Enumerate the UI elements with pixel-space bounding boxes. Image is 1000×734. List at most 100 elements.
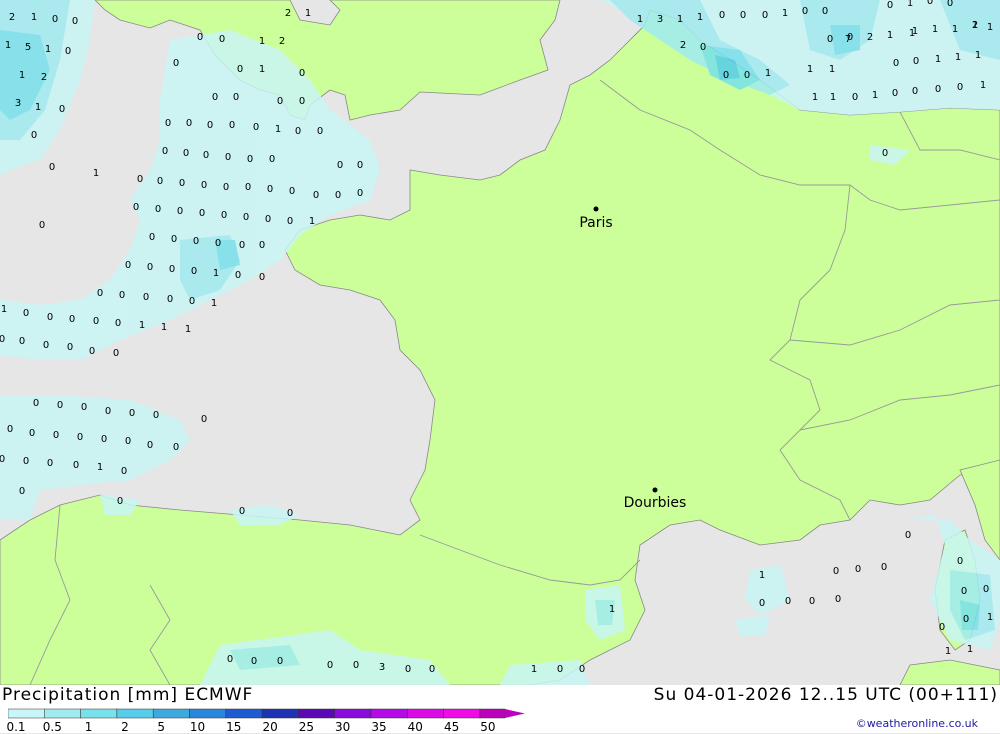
precip-value-label: 1	[987, 612, 993, 623]
legend-swatch	[80, 708, 118, 719]
precip-value-label: 2	[285, 8, 291, 19]
precip-value-label: 0	[239, 240, 245, 251]
precip-value-label: 1	[872, 90, 878, 101]
precip-value-label: 0	[119, 290, 125, 301]
precip-value-label: 1	[213, 268, 219, 279]
precip-value-label: 0	[927, 0, 933, 7]
precip-value-label: 0	[162, 146, 168, 157]
precip-value-label: 0	[197, 32, 203, 43]
precip-legend-scale	[8, 708, 525, 719]
precip-value-label: 0	[317, 126, 323, 137]
precip-value-label: 7	[845, 34, 851, 45]
precip-value-label: 0	[893, 58, 899, 69]
legend-tick-label: 10	[189, 720, 206, 734]
precip-value-label: 0	[253, 122, 259, 133]
precip-value-label: 0	[579, 664, 585, 675]
precip-value-label: 3	[657, 14, 663, 25]
precip-value-label: 1	[812, 92, 818, 103]
precip-value-label: 3	[15, 98, 21, 109]
legend-swatch	[261, 708, 299, 719]
precip-value-label: 0	[47, 312, 53, 323]
precip-value-label: 1	[945, 646, 951, 657]
precip-value-label: 0	[335, 190, 341, 201]
precip-value-label: 0	[227, 654, 233, 665]
legend-tick-label: 50	[480, 720, 496, 734]
precip-value-label: 1	[609, 604, 615, 615]
map-title: Precipitation [mm] ECMWF	[2, 685, 254, 705]
precip-value-label: 0	[327, 660, 333, 671]
precip-value-label: 1	[807, 64, 813, 75]
precip-value-label: 0	[744, 70, 750, 81]
precip-value-label: 0	[855, 564, 861, 575]
precip-value-label: 0	[700, 42, 706, 53]
precip-value-label: 0	[740, 10, 746, 21]
precip-value-label: 1	[677, 14, 683, 25]
precip-value-label: 1	[161, 322, 167, 333]
precip-value-label: 0	[77, 432, 83, 443]
precip-value-label: 0	[723, 70, 729, 81]
precip-value-label: 0	[167, 294, 173, 305]
legend-tick-label: 25	[298, 720, 315, 734]
precip-value-label: 0	[89, 346, 95, 357]
precip-value-label: 0	[72, 16, 78, 27]
legend-swatch	[8, 708, 45, 719]
precip-value-label: 0	[313, 190, 319, 201]
precip-value-label: 0	[97, 288, 103, 299]
precip-value-label: 0	[289, 186, 295, 197]
precip-value-label: 1	[97, 462, 103, 473]
precip-value-label: 1	[987, 22, 993, 33]
precip-value-label: 0	[129, 408, 135, 419]
precip-value-label: 0	[957, 556, 963, 567]
precip-value-label: 1	[759, 570, 765, 581]
precip-value-label: 0	[852, 92, 858, 103]
precip-value-label: 0	[201, 180, 207, 191]
precip-value-label: 0	[287, 508, 293, 519]
precip-value-label: 0	[719, 10, 725, 21]
precip-value-label: 0	[882, 148, 888, 159]
precip-value-label: 2	[279, 36, 285, 47]
precip-value-label: 3	[379, 662, 385, 673]
precip-value-label: 0	[0, 454, 5, 465]
precip-value-label: 1	[975, 50, 981, 61]
precip-value-label: 0	[353, 660, 359, 671]
precip-value-label: 0	[887, 0, 893, 11]
credit-link[interactable]: ©weatheronline.co.uk	[856, 717, 978, 730]
legend-swatch	[443, 708, 481, 719]
legend-swatch	[225, 708, 263, 719]
precip-value-label: 0	[957, 82, 963, 93]
forecast-datetime: Su 04-01-2026 12..15 UTC (00+111)	[653, 685, 998, 705]
precip-value-label: 0	[405, 664, 411, 675]
precip-value-label: 0	[802, 6, 808, 17]
precip-value-label: 1	[211, 298, 217, 309]
precip-value-label: 0	[59, 104, 65, 115]
precip-value-label: 0	[259, 272, 265, 283]
precip-value-label: 0	[223, 182, 229, 193]
precip-value-label: 0	[19, 486, 25, 497]
precip-value-label: 0	[963, 614, 969, 625]
legend-tick-label: 15	[226, 720, 242, 734]
precip-value-label: 0	[0, 334, 5, 345]
precip-value-label: 1	[912, 26, 918, 37]
precip-value-label: 0	[295, 126, 301, 137]
precip-value-label: 0	[177, 206, 183, 217]
legend-swatch	[116, 708, 154, 719]
precip-value-label: 0	[212, 92, 218, 103]
legend-arrow	[504, 709, 525, 718]
precip-value-label: 0	[759, 598, 765, 609]
precip-value-label: 1	[259, 36, 265, 47]
precip-value-label: 1	[952, 24, 958, 35]
precip-value-label: 0	[215, 238, 221, 249]
precip-value-label: 0	[183, 148, 189, 159]
legend-swatch	[298, 708, 335, 719]
precip-value-label: 0	[983, 584, 989, 595]
precip-value-label: 0	[277, 656, 283, 667]
legend-tick-label: 5	[157, 720, 166, 734]
precip-value-label: 1	[907, 0, 913, 9]
precip-value-label: 0	[357, 160, 363, 171]
legend-swatch	[152, 708, 190, 719]
precip-value-label: 0	[203, 150, 209, 161]
precip-value-label: 0	[39, 220, 45, 231]
precip-value-label: 1	[765, 68, 771, 79]
precip-value-label: 0	[115, 318, 121, 329]
precip-value-label: 0	[251, 656, 257, 667]
